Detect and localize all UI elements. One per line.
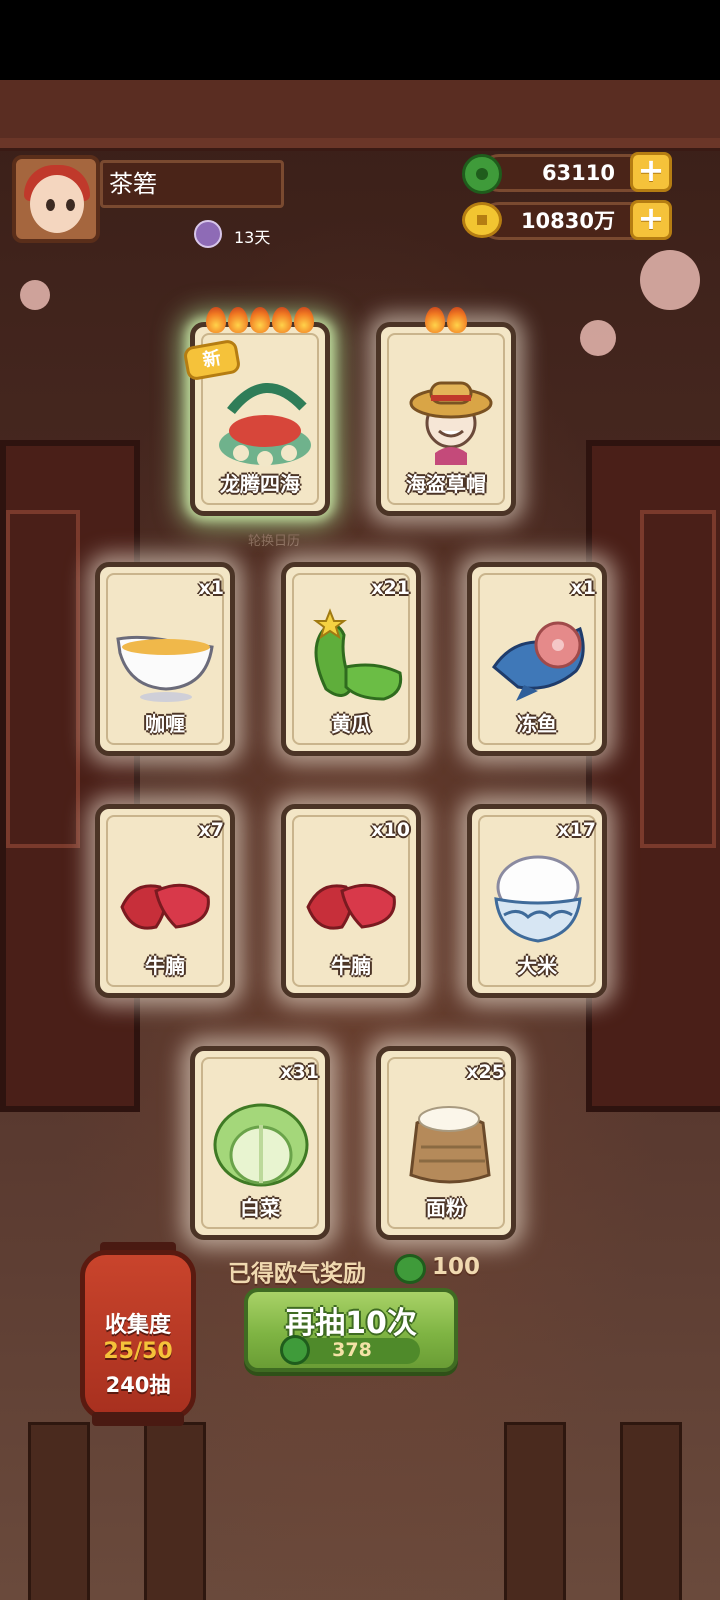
hint-text: 轮换日历 xyxy=(248,534,301,549)
featured-card-dragon[interactable]: 新 龙腾四海 xyxy=(182,307,330,516)
card-curry[interactable]: x1 咖喱 xyxy=(95,562,235,756)
card-brisket-1[interactable]: x7 牛腩 xyxy=(95,804,235,998)
draw-cost-pill: 378 xyxy=(280,1335,420,1365)
frozen-fish-icon xyxy=(492,621,585,701)
rarity-flames xyxy=(381,307,511,335)
right-lattice-window xyxy=(640,510,716,848)
beef-brisket-icon xyxy=(306,883,396,930)
add-jade-button[interactable]: + xyxy=(630,152,672,192)
card-count: x17 xyxy=(557,819,596,841)
dragon-feast-icon xyxy=(219,383,311,467)
roof-beam-lower xyxy=(0,138,720,151)
coin-icon xyxy=(462,202,502,238)
days-label: 13天 xyxy=(234,228,271,247)
collection-title: 收集度 xyxy=(104,1313,171,1338)
rice-bowl-icon xyxy=(494,855,582,943)
card-count: x7 xyxy=(198,819,224,841)
jade-icon xyxy=(462,154,502,194)
reward-label: 已得欧气奖励 xyxy=(228,1261,366,1287)
card-brisket-2[interactable]: x10 牛腩 xyxy=(281,804,421,998)
flame-icon xyxy=(425,307,445,333)
card-frozen-fish[interactable]: x1 冻鱼 xyxy=(467,562,607,756)
floor-post xyxy=(144,1422,206,1600)
straw-hat-icon xyxy=(409,381,493,465)
napa-cabbage-icon xyxy=(213,1103,309,1187)
card-rice[interactable]: x17 大米 xyxy=(467,804,607,998)
card-count: x10 xyxy=(371,819,410,841)
flame-icon xyxy=(250,307,270,333)
featured-card-straw-hat[interactable]: 海盗草帽 xyxy=(376,307,516,516)
blossom-decoration xyxy=(640,250,700,310)
rarity-flames xyxy=(195,307,325,335)
cucumber-icon xyxy=(313,608,403,701)
card-label: 白菜 xyxy=(240,1196,280,1220)
flame-icon xyxy=(228,307,248,333)
card-label: 黄瓜 xyxy=(331,712,371,736)
collection-draws: 240抽 xyxy=(105,1373,171,1397)
avatar-face xyxy=(30,175,84,233)
avatar-eye xyxy=(66,199,75,211)
lantern-base xyxy=(92,1412,184,1426)
collection-lantern[interactable]: 收集度 25/50 240抽 xyxy=(80,1250,196,1420)
card-count: x1 xyxy=(570,577,596,599)
card-label: 海盗草帽 xyxy=(406,472,486,496)
draw-again-button[interactable]: 再抽10次 378 xyxy=(244,1288,458,1372)
card-label: 牛腩 xyxy=(145,954,185,978)
card-cucumber[interactable]: x21 黄瓜 xyxy=(281,562,421,756)
card-label: 咖喱 xyxy=(145,712,185,736)
beef-brisket-icon xyxy=(120,883,210,930)
card-label: 牛腩 xyxy=(331,954,371,978)
jade-icon xyxy=(394,1254,426,1284)
left-lattice-window xyxy=(6,510,80,848)
card-label: 面粉 xyxy=(426,1196,466,1220)
card-label: 大米 xyxy=(517,954,557,978)
flame-icon xyxy=(272,307,292,333)
curry-gravy-boat-icon xyxy=(116,635,214,702)
draw-button-label: 再抽10次 xyxy=(285,1306,417,1341)
floor-post xyxy=(620,1422,682,1600)
floor-post xyxy=(28,1422,90,1600)
card-label: 龙腾四海 xyxy=(220,472,300,496)
player-name: 茶箬 xyxy=(100,160,284,208)
card-count: x21 xyxy=(371,577,410,599)
flour-sack-icon xyxy=(409,1106,491,1184)
player-avatar[interactable] xyxy=(12,155,100,243)
flame-icon xyxy=(206,307,226,333)
card-count: x1 xyxy=(198,577,224,599)
floor-post xyxy=(504,1422,566,1600)
blossom-decoration xyxy=(580,320,616,356)
card-count: x31 xyxy=(280,1061,319,1083)
roof-beam xyxy=(0,80,720,141)
draw-cost: 378 xyxy=(332,1339,372,1361)
avatar-eye xyxy=(46,199,55,211)
reward-value: 100 xyxy=(432,1254,481,1280)
blossom-decoration xyxy=(20,280,50,310)
card-count: x25 xyxy=(466,1061,505,1083)
card-label: 冻鱼 xyxy=(517,712,557,736)
card-cabbage[interactable]: x31 白菜 xyxy=(190,1046,330,1240)
days-icon xyxy=(194,220,222,248)
add-coins-button[interactable]: + xyxy=(630,200,672,240)
flame-icon xyxy=(447,307,467,333)
collection-progress: 25/50 xyxy=(103,1339,173,1364)
card-flour[interactable]: x25 面粉 xyxy=(376,1046,516,1240)
flame-icon xyxy=(294,307,314,333)
